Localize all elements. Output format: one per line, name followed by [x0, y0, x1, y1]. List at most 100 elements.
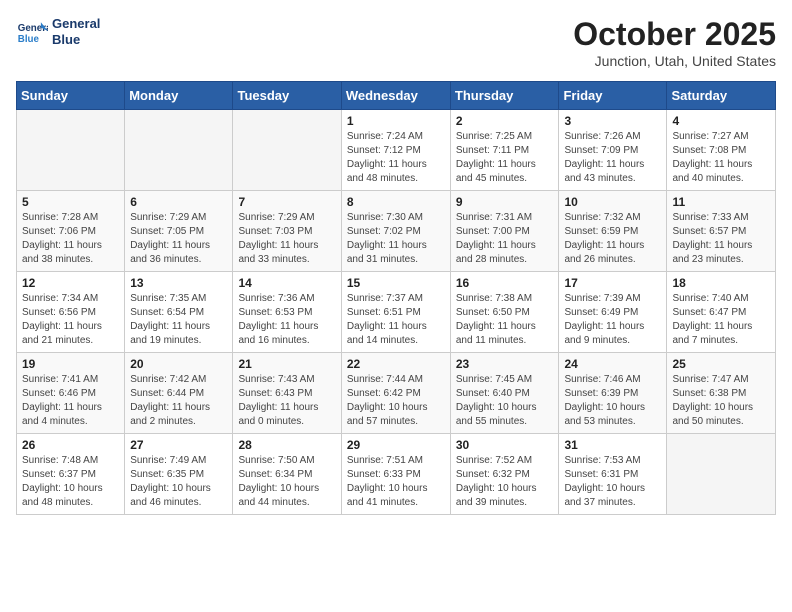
day-info: Sunrise: 7:47 AM Sunset: 6:38 PM Dayligh… [672, 373, 770, 429]
calendar-table: SundayMondayTuesdayWednesdayThursdayFrid… [16, 81, 776, 515]
month-title: October 2025 [573, 16, 776, 53]
calendar-cell [17, 110, 125, 191]
weekday-header-tuesday: Tuesday [233, 82, 341, 110]
day-info: Sunrise: 7:33 AM Sunset: 6:57 PM Dayligh… [672, 211, 770, 267]
page-header: General Blue General Blue October 2025 J… [16, 16, 776, 69]
calendar-cell: 25 Sunrise: 7:47 AM Sunset: 6:38 PM Dayli… [667, 353, 776, 434]
day-number: 18 [672, 276, 770, 290]
day-info: Sunrise: 7:46 AM Sunset: 6:39 PM Dayligh… [564, 373, 661, 429]
day-number: 22 [347, 357, 445, 371]
calendar-cell: 24Sunrise: 7:46 AM Sunset: 6:39 PM Dayli… [559, 353, 667, 434]
week-row-2: 5 Sunrise: 7:28 AM Sunset: 7:06 PM Daylig… [17, 191, 776, 272]
day-info: Sunrise: 7:27 AM Sunset: 7:08 PM Dayligh… [672, 130, 770, 186]
logo: General Blue General Blue [16, 16, 100, 47]
calendar-cell [125, 110, 233, 191]
day-number: 7 [238, 195, 335, 209]
calendar-cell: 17 Sunrise: 7:39 AM Sunset: 6:49 PM Dayli… [559, 272, 667, 353]
title-block: October 2025 Junction, Utah, United Stat… [573, 16, 776, 69]
week-row-5: 26 Sunrise: 7:48 AM Sunset: 6:37 PM Dayli… [17, 434, 776, 515]
calendar-cell: 3 Sunrise: 7:26 AM Sunset: 7:09 PM Daylig… [559, 110, 667, 191]
calendar-cell: 8 Sunrise: 7:30 AM Sunset: 7:02 PM Daylig… [341, 191, 450, 272]
calendar-cell: 26 Sunrise: 7:48 AM Sunset: 6:37 PM Dayli… [17, 434, 125, 515]
day-info: Sunrise: 7:41 AM Sunset: 6:46 PM Dayligh… [22, 373, 119, 429]
weekday-header-sunday: Sunday [17, 82, 125, 110]
day-info: Sunrise: 7:50 AM Sunset: 6:34 PM Dayligh… [238, 454, 335, 510]
calendar-cell: 21 Sunrise: 7:43 AM Sunset: 6:43 PM Dayli… [233, 353, 341, 434]
calendar-cell: 4 Sunrise: 7:27 AM Sunset: 7:08 PM Daylig… [667, 110, 776, 191]
calendar-cell: 31 Sunrise: 7:53 AM Sunset: 6:31 PM Dayli… [559, 434, 667, 515]
day-number: 16 [456, 276, 554, 290]
day-info: Sunrise: 7:26 AM Sunset: 7:09 PM Dayligh… [564, 130, 661, 186]
day-info: Sunrise: 7:29 AM Sunset: 7:03 PM Dayligh… [238, 211, 335, 267]
day-info: Sunrise: 7:40 AM Sunset: 6:47 PM Dayligh… [672, 292, 770, 348]
logo-icon: General Blue [16, 18, 48, 46]
day-info: Sunrise: 7:36 AM Sunset: 6:53 PM Dayligh… [238, 292, 335, 348]
day-number: 27 [130, 438, 227, 452]
day-number: 15 [347, 276, 445, 290]
day-info: Sunrise: 7:34 AM Sunset: 6:56 PM Dayligh… [22, 292, 119, 348]
calendar-cell: 1 Sunrise: 7:24 AM Sunset: 7:12 PM Daylig… [341, 110, 450, 191]
day-info: Sunrise: 7:39 AM Sunset: 6:49 PM Dayligh… [564, 292, 661, 348]
calendar-cell [233, 110, 341, 191]
day-info: Sunrise: 7:29 AM Sunset: 7:05 PM Dayligh… [130, 211, 227, 267]
day-number: 20 [130, 357, 227, 371]
calendar-cell: 10Sunrise: 7:32 AM Sunset: 6:59 PM Dayli… [559, 191, 667, 272]
calendar-cell: 13Sunrise: 7:35 AM Sunset: 6:54 PM Dayli… [125, 272, 233, 353]
day-number: 5 [22, 195, 119, 209]
day-number: 14 [238, 276, 335, 290]
calendar-cell: 16 Sunrise: 7:38 AM Sunset: 6:50 PM Dayli… [450, 272, 559, 353]
day-info: Sunrise: 7:42 AM Sunset: 6:44 PM Dayligh… [130, 373, 227, 429]
day-number: 13 [130, 276, 227, 290]
day-info: Sunrise: 7:24 AM Sunset: 7:12 PM Dayligh… [347, 130, 445, 186]
day-number: 8 [347, 195, 445, 209]
svg-text:Blue: Blue [18, 33, 40, 44]
day-number: 23 [456, 357, 554, 371]
day-info: Sunrise: 7:49 AM Sunset: 6:35 PM Dayligh… [130, 454, 227, 510]
calendar-cell: 20 Sunrise: 7:42 AM Sunset: 6:44 PM Dayli… [125, 353, 233, 434]
day-info: Sunrise: 7:44 AM Sunset: 6:42 PM Dayligh… [347, 373, 445, 429]
calendar-cell: 9 Sunrise: 7:31 AM Sunset: 7:00 PM Daylig… [450, 191, 559, 272]
day-info: Sunrise: 7:38 AM Sunset: 6:50 PM Dayligh… [456, 292, 554, 348]
day-info: Sunrise: 7:25 AM Sunset: 7:11 PM Dayligh… [456, 130, 554, 186]
day-number: 28 [238, 438, 335, 452]
day-number: 29 [347, 438, 445, 452]
location: Junction, Utah, United States [573, 53, 776, 69]
calendar-cell: 29Sunrise: 7:51 AM Sunset: 6:33 PM Dayli… [341, 434, 450, 515]
day-number: 2 [456, 114, 554, 128]
week-row-3: 12Sunrise: 7:34 AM Sunset: 6:56 PM Dayli… [17, 272, 776, 353]
weekday-header-friday: Friday [559, 82, 667, 110]
weekday-header-wednesday: Wednesday [341, 82, 450, 110]
week-row-4: 19Sunrise: 7:41 AM Sunset: 6:46 PM Dayli… [17, 353, 776, 434]
day-info: Sunrise: 7:37 AM Sunset: 6:51 PM Dayligh… [347, 292, 445, 348]
weekday-header-monday: Monday [125, 82, 233, 110]
calendar-cell: 19Sunrise: 7:41 AM Sunset: 6:46 PM Dayli… [17, 353, 125, 434]
weekday-header-thursday: Thursday [450, 82, 559, 110]
calendar-cell: 2 Sunrise: 7:25 AM Sunset: 7:11 PM Daylig… [450, 110, 559, 191]
day-info: Sunrise: 7:48 AM Sunset: 6:37 PM Dayligh… [22, 454, 119, 510]
day-number: 17 [564, 276, 661, 290]
day-number: 1 [347, 114, 445, 128]
day-info: Sunrise: 7:43 AM Sunset: 6:43 PM Dayligh… [238, 373, 335, 429]
calendar-cell: 30Sunrise: 7:52 AM Sunset: 6:32 PM Dayli… [450, 434, 559, 515]
weekday-header-saturday: Saturday [667, 82, 776, 110]
day-number: 9 [456, 195, 554, 209]
day-info: Sunrise: 7:52 AM Sunset: 6:32 PM Dayligh… [456, 454, 554, 510]
day-number: 26 [22, 438, 119, 452]
day-number: 21 [238, 357, 335, 371]
day-number: 10 [564, 195, 661, 209]
day-number: 6 [130, 195, 227, 209]
day-info: Sunrise: 7:53 AM Sunset: 6:31 PM Dayligh… [564, 454, 661, 510]
day-number: 4 [672, 114, 770, 128]
day-info: Sunrise: 7:30 AM Sunset: 7:02 PM Dayligh… [347, 211, 445, 267]
day-number: 31 [564, 438, 661, 452]
day-number: 11 [672, 195, 770, 209]
day-info: Sunrise: 7:31 AM Sunset: 7:00 PM Dayligh… [456, 211, 554, 267]
day-number: 25 [672, 357, 770, 371]
calendar-cell: 18 Sunrise: 7:40 AM Sunset: 6:47 PM Dayli… [667, 272, 776, 353]
day-info: Sunrise: 7:28 AM Sunset: 7:06 PM Dayligh… [22, 211, 119, 267]
weekday-header-row: SundayMondayTuesdayWednesdayThursdayFrid… [17, 82, 776, 110]
calendar-cell: 23Sunrise: 7:45 AM Sunset: 6:40 PM Dayli… [450, 353, 559, 434]
day-number: 3 [564, 114, 661, 128]
calendar-cell: 12Sunrise: 7:34 AM Sunset: 6:56 PM Dayli… [17, 272, 125, 353]
calendar-cell: 22 Sunrise: 7:44 AM Sunset: 6:42 PM Dayli… [341, 353, 450, 434]
